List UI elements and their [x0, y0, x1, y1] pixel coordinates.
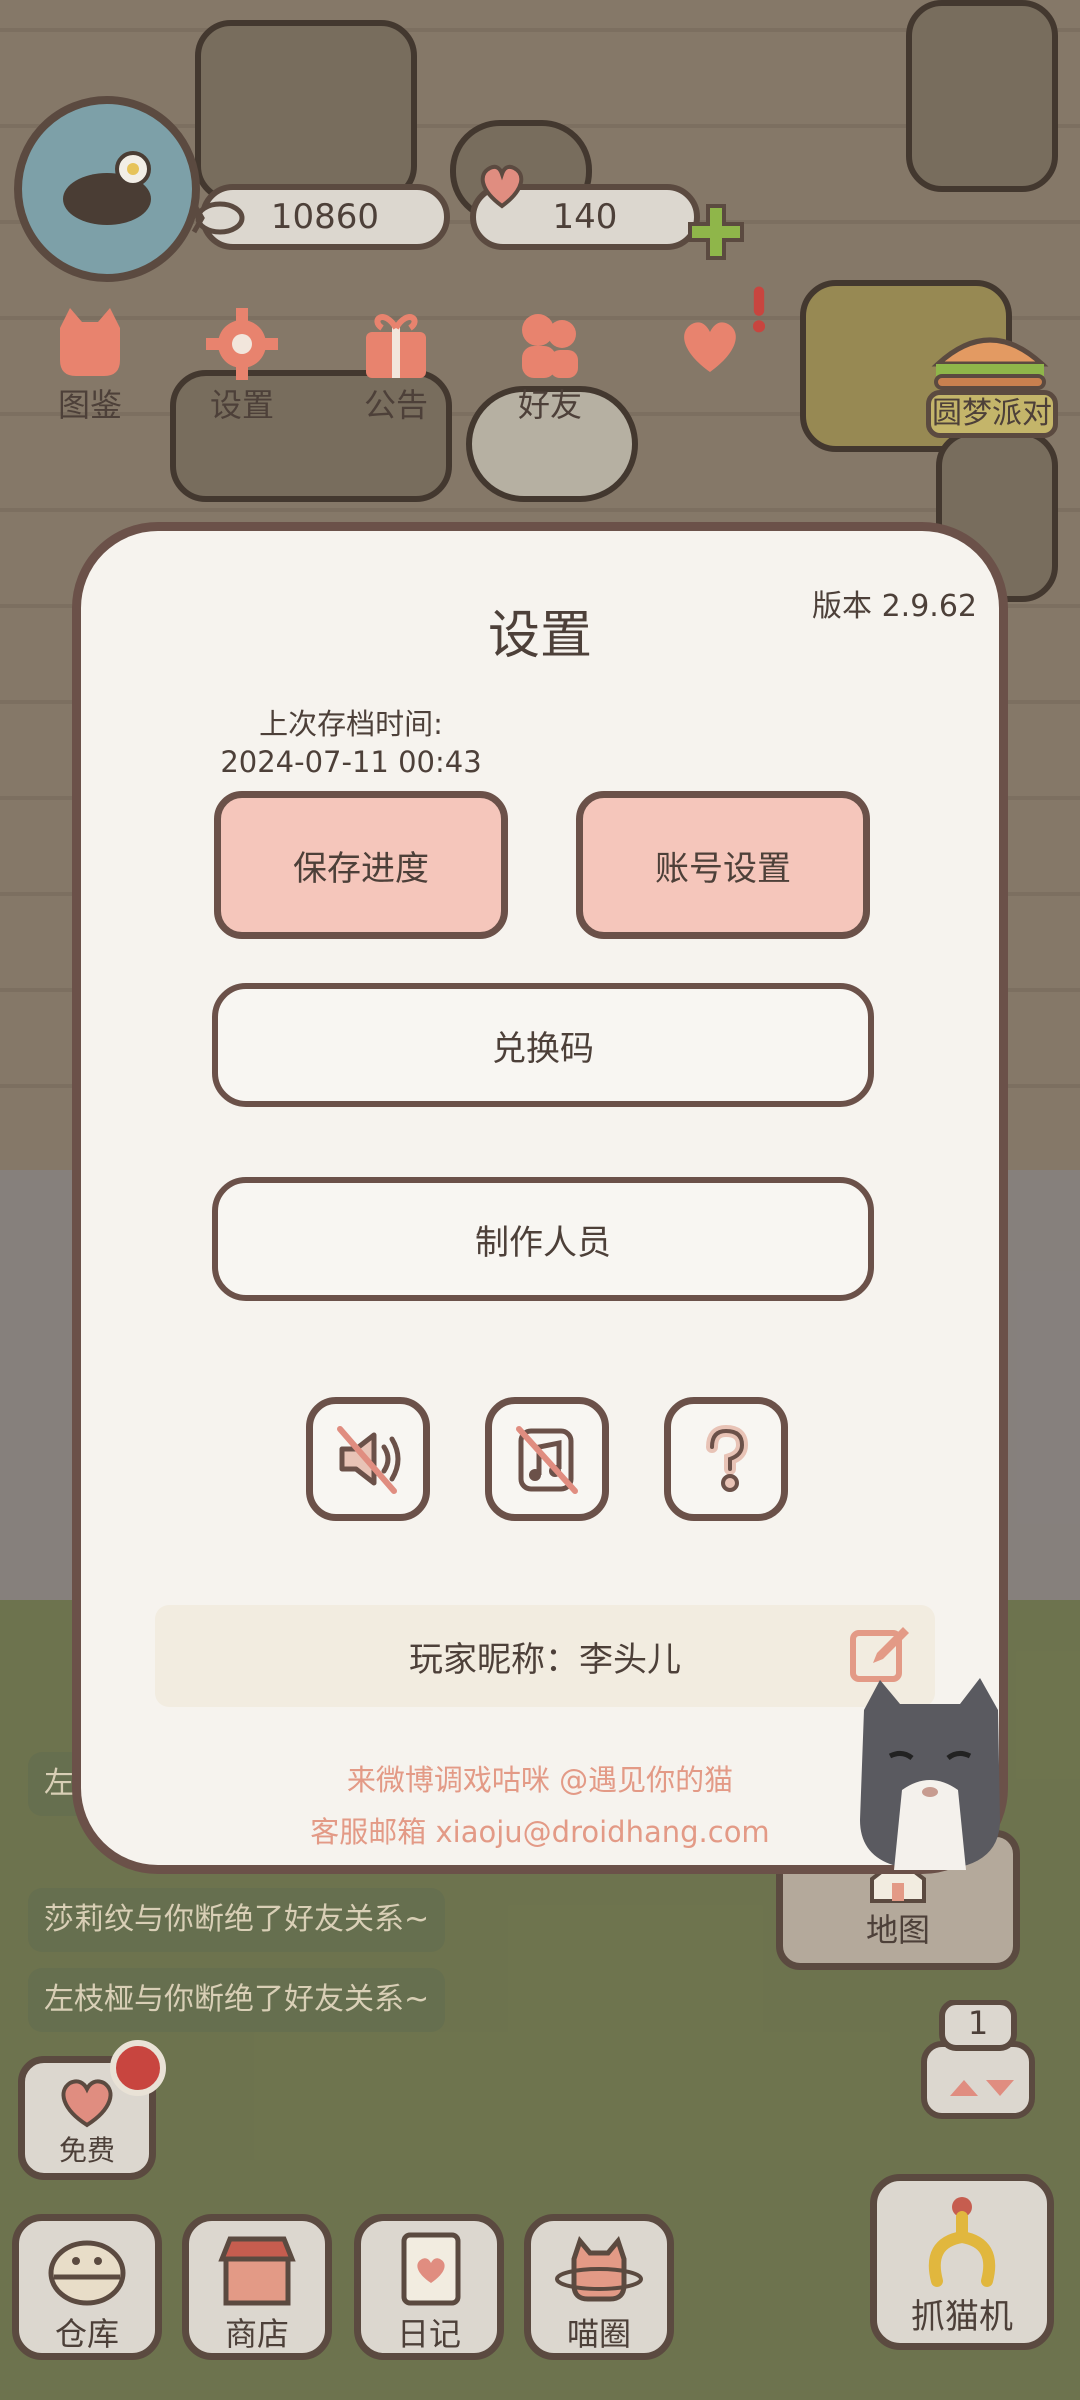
save-progress-button[interactable]: 保存进度: [214, 791, 508, 939]
burger-icon: [931, 337, 1049, 390]
dream-party-event-button[interactable]: 圆梦派对: [920, 330, 1060, 470]
settings-button[interactable]: 设置: [182, 302, 302, 432]
settings-label: 设置: [209, 386, 274, 424]
credits-label: 制作人员: [475, 1222, 611, 1263]
heart-count: 140: [552, 197, 618, 237]
account-settings-button[interactable]: 账号设置: [576, 791, 870, 939]
meow-circle-label: 喵圈: [566, 2315, 631, 2353]
claw-machine-label: 抓猫机: [911, 2297, 1013, 2337]
alert-icon: [752, 286, 766, 333]
announcement-label: 公告: [363, 386, 428, 424]
shop-label: 商店: [224, 2315, 289, 2353]
dream-party-label: 圆梦派对: [926, 390, 1058, 438]
meow-circle-button[interactable]: 喵圈: [524, 2214, 674, 2360]
heart-letter-icon: [684, 322, 736, 372]
fish-count: 10860: [270, 197, 380, 237]
announcement-button[interactable]: 公告: [336, 302, 456, 432]
heart-pot-icon: [480, 164, 524, 209]
help-button[interactable]: [664, 1397, 788, 1521]
free-label: 免费: [58, 2134, 115, 2167]
cat-photo-decoration: [860, 1678, 1000, 1870]
mail-button[interactable]: [650, 286, 770, 432]
music-muted-icon: [516, 1426, 578, 1494]
collection-label: 图鉴: [57, 386, 122, 424]
account-settings-label: 账号设置: [655, 848, 791, 889]
help-icon: [706, 1424, 749, 1492]
gear-icon: [206, 308, 278, 380]
friends-icon: [522, 314, 578, 378]
sound-muted-icon: [337, 1426, 401, 1494]
shop-icon: [218, 2236, 296, 2306]
ticket-count: 1: [967, 2004, 989, 2042]
player-avatar[interactable]: [14, 96, 200, 282]
credits-button[interactable]: 制作人员: [212, 1177, 874, 1301]
nickname-label: 玩家昵称：: [409, 1639, 579, 1680]
shop-button[interactable]: 商店: [182, 2214, 332, 2360]
warehouse-label: 仓库: [54, 2315, 119, 2353]
last-save-time: 2024-07-11 00:43: [220, 745, 482, 779]
nickname-value: 李头儿: [579, 1639, 681, 1680]
claw-machine-button[interactable]: 抓猫机: [870, 2174, 1054, 2350]
redeem-code-button[interactable]: 兑换码: [212, 983, 874, 1107]
fish-icon: [191, 201, 245, 235]
gift-icon: [366, 314, 426, 378]
redeem-code-label: 兑换码: [492, 1028, 594, 1069]
friends-label: 好友: [517, 386, 582, 424]
chat-message: 莎莉纹与你断绝了好友关系~: [28, 1888, 446, 1952]
claw-icon: [928, 2197, 996, 2287]
planet-cat-icon: [555, 2235, 643, 2302]
save-progress-label: 保存进度: [293, 848, 429, 889]
music-toggle-button[interactable]: [485, 1397, 609, 1521]
cat-face-icon: [60, 308, 120, 376]
version-label: 版本 2.9.62: [812, 589, 977, 624]
sound-toggle-button[interactable]: [306, 1397, 430, 1521]
collection-button[interactable]: 图鉴: [30, 302, 150, 432]
diary-label: 日记: [396, 2315, 461, 2353]
last-save-info: 上次存档时间: 2024-07-11 00:43: [211, 705, 491, 781]
warehouse-button[interactable]: 仓库: [12, 2214, 162, 2360]
heart-counter: 140: [470, 164, 700, 250]
friends-button[interactable]: 好友: [490, 302, 610, 432]
diary-icon: [401, 2232, 461, 2306]
map-label: 地图: [865, 1911, 930, 1949]
chat-message: 左枝桠与你断绝了好友关系~: [28, 1968, 446, 2032]
add-heart-button[interactable]: [684, 200, 748, 264]
last-save-label: 上次存档时间:: [259, 707, 443, 741]
warehouse-icon: [48, 2240, 126, 2306]
fish-counter: 10860: [191, 184, 450, 250]
notification-badge: [110, 2040, 166, 2096]
cat-in-bowl-icon: [63, 151, 151, 225]
nickname-row: 玩家昵称： 李头儿: [155, 1605, 935, 1707]
diary-button[interactable]: 日记: [354, 2214, 504, 2360]
